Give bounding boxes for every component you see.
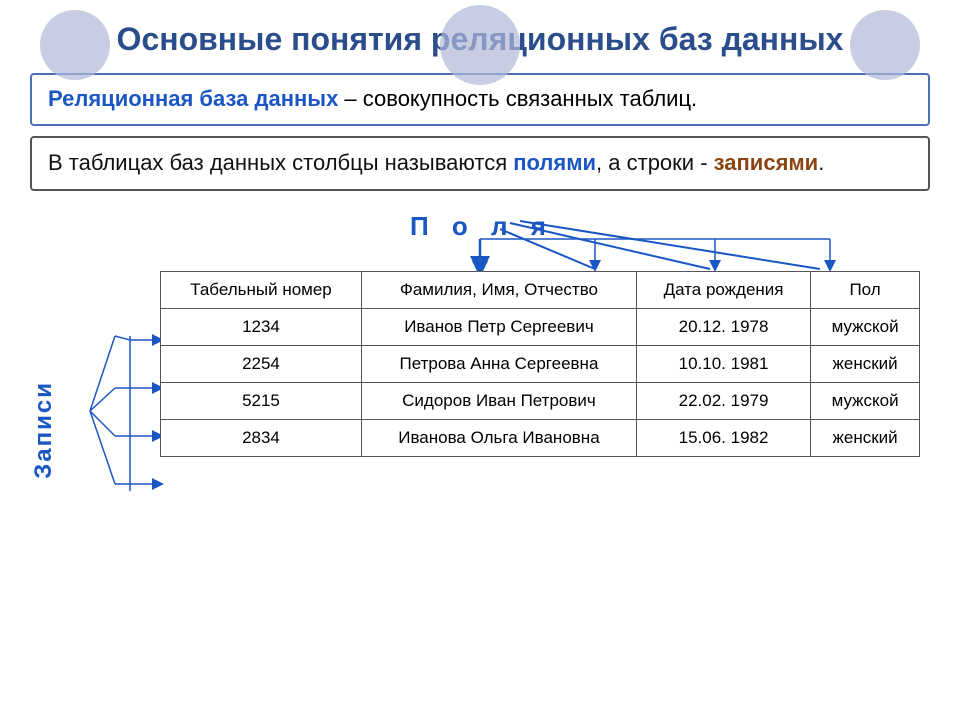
table-cell: 10.10. 1981 (636, 345, 810, 382)
table-cell: женский (811, 345, 920, 382)
decorative-circle-center (440, 5, 520, 85)
description-field-term: полями (513, 150, 596, 175)
definition-term: Реляционная база данных (48, 86, 338, 111)
table-cell: 15.06. 1982 (636, 419, 810, 456)
definition-rest: – совокупность связанных таблиц. (338, 86, 697, 111)
col-header-name: Фамилия, Имя, Отчество (361, 271, 636, 308)
table-wrapper: Табельный номер Фамилия, Имя, Отчество Д… (160, 271, 920, 457)
table-cell: мужской (811, 382, 920, 419)
page: Основные понятия реляционных баз данных … (0, 0, 960, 720)
decorative-circle-left (40, 10, 110, 80)
label-zapisi: Записи (30, 381, 58, 479)
description-box: В таблицах баз данных столбцы называются… (30, 136, 930, 191)
table-cell: мужской (811, 308, 920, 345)
table-cell: 20.12. 1978 (636, 308, 810, 345)
col-header-gender: Пол (811, 271, 920, 308)
label-polya: П о л я (410, 211, 554, 242)
col-header-number: Табельный номер (161, 271, 362, 308)
table-row: 5215Сидоров Иван Петрович22.02. 1979мужс… (161, 382, 920, 419)
table-row: 2254Петрова Анна Сергеевна10.10. 1981жен… (161, 345, 920, 382)
data-table: Табельный номер Фамилия, Имя, Отчество Д… (160, 271, 920, 457)
table-cell: Сидоров Иван Петрович (361, 382, 636, 419)
description-middle: , а строки - (596, 150, 714, 175)
table-cell: 22.02. 1979 (636, 382, 810, 419)
table-cell: 1234 (161, 308, 362, 345)
col-header-dob: Дата рождения (636, 271, 810, 308)
description-record-term: записями (714, 150, 819, 175)
table-row: 2834Иванова Ольга Ивановна15.06. 1982жен… (161, 419, 920, 456)
table-header-row: Табельный номер Фамилия, Имя, Отчество Д… (161, 271, 920, 308)
decorative-circle-right (850, 10, 920, 80)
table-row: 1234Иванов Петр Сергеевич20.12. 1978мужс… (161, 308, 920, 345)
table-cell: 2254 (161, 345, 362, 382)
table-cell: Иванов Петр Сергеевич (361, 308, 636, 345)
table-cell: 2834 (161, 419, 362, 456)
description-suffix: . (818, 150, 824, 175)
table-cell: Петрова Анна Сергеевна (361, 345, 636, 382)
table-cell: 5215 (161, 382, 362, 419)
table-cell: Иванова Ольга Ивановна (361, 419, 636, 456)
diagram-area: П о л я (30, 201, 930, 700)
description-prefix: В таблицах баз данных столбцы называются (48, 150, 513, 175)
table-cell: женский (811, 419, 920, 456)
